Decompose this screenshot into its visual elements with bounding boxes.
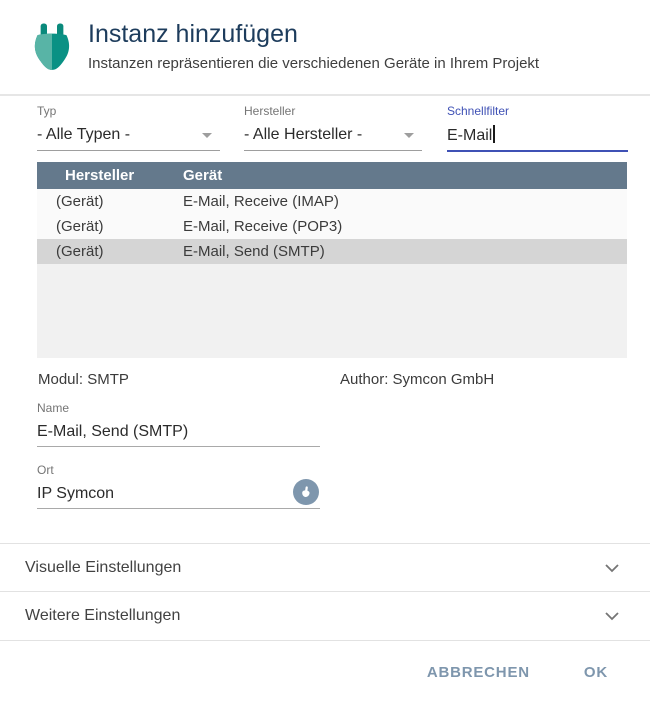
cell-hersteller: (Gerät): [37, 218, 183, 235]
quickfilter-label: Schnellfilter: [447, 104, 628, 120]
table-row-selected[interactable]: (Gerät) E-Mail, Send (SMTP): [37, 239, 627, 264]
plug-icon: [32, 23, 72, 73]
text-caret: [493, 125, 495, 143]
device-table-header: Hersteller Gerät: [37, 162, 627, 189]
location-value: IP Symcon: [37, 485, 114, 503]
manufacturer-select-label: Hersteller: [244, 104, 422, 120]
type-select-value: - Alle Typen -: [37, 126, 130, 144]
table-empty-area: [37, 264, 627, 358]
cell-geraet: E-Mail, Receive (POP3): [183, 218, 627, 235]
ok-button[interactable]: OK: [584, 664, 608, 681]
cell-geraet: E-Mail, Receive (IMAP): [183, 193, 627, 210]
dropdown-arrow-icon: [404, 133, 414, 138]
cell-geraet: E-Mail, Send (SMTP): [183, 243, 627, 260]
type-select-field: Typ - Alle Typen -: [37, 104, 220, 151]
name-input[interactable]: E-Mail, Send (SMTP): [37, 418, 320, 447]
location-label: Ort: [37, 463, 320, 480]
section-more-settings[interactable]: Weitere Einstellungen: [0, 592, 650, 639]
manufacturer-select-field: Hersteller - Alle Hersteller -: [244, 104, 422, 151]
dropdown-arrow-icon: [202, 133, 212, 138]
name-label: Name: [37, 401, 320, 418]
cell-hersteller: (Gerät): [37, 193, 183, 210]
cell-hersteller: (Gerät): [37, 243, 183, 260]
location-picker-button[interactable]: [293, 479, 319, 505]
cancel-button[interactable]: ABBRECHEN: [427, 664, 530, 681]
type-select[interactable]: - Alle Typen -: [37, 120, 220, 151]
quickfilter-input[interactable]: E-Mail: [447, 120, 628, 152]
column-header-geraet: Gerät: [183, 167, 627, 184]
name-value: E-Mail, Send (SMTP): [37, 423, 188, 441]
header-divider: [0, 94, 650, 96]
device-table: Hersteller Gerät (Gerät) E-Mail, Receive…: [37, 162, 627, 358]
author-info: Author: Symcon GmbH: [340, 371, 494, 388]
add-instance-dialog: Instanz hinzufügen Instanzen repräsentie…: [0, 0, 650, 704]
manufacturer-select-value: - Alle Hersteller -: [244, 126, 362, 144]
type-select-label: Typ: [37, 104, 220, 120]
section-label: Visuelle Einstellungen: [25, 559, 181, 577]
column-header-hersteller: Hersteller: [37, 167, 183, 184]
chevron-down-icon[interactable]: [604, 611, 620, 621]
pointing-hand-icon: [298, 484, 314, 500]
page-title: Instanz hinzufügen: [88, 20, 298, 49]
manufacturer-select[interactable]: - Alle Hersteller -: [244, 120, 422, 151]
chevron-down-icon[interactable]: [604, 563, 620, 573]
table-row[interactable]: (Gerät) E-Mail, Receive (POP3): [37, 214, 627, 239]
section-label: Weitere Einstellungen: [25, 607, 180, 625]
dialog-footer: ABBRECHEN OK: [0, 640, 650, 704]
quickfilter-field: Schnellfilter E-Mail: [447, 104, 628, 152]
table-row[interactable]: (Gerät) E-Mail, Receive (IMAP): [37, 189, 627, 214]
page-subtitle: Instanzen repräsentieren die verschieden…: [88, 55, 539, 72]
name-field: Name E-Mail, Send (SMTP): [37, 401, 320, 447]
section-visual-settings[interactable]: Visuelle Einstellungen: [0, 544, 650, 591]
location-input[interactable]: IP Symcon: [37, 480, 320, 509]
quickfilter-value: E-Mail: [447, 127, 492, 144]
location-field: Ort IP Symcon: [37, 463, 320, 509]
module-info: Modul: SMTP: [38, 371, 129, 388]
